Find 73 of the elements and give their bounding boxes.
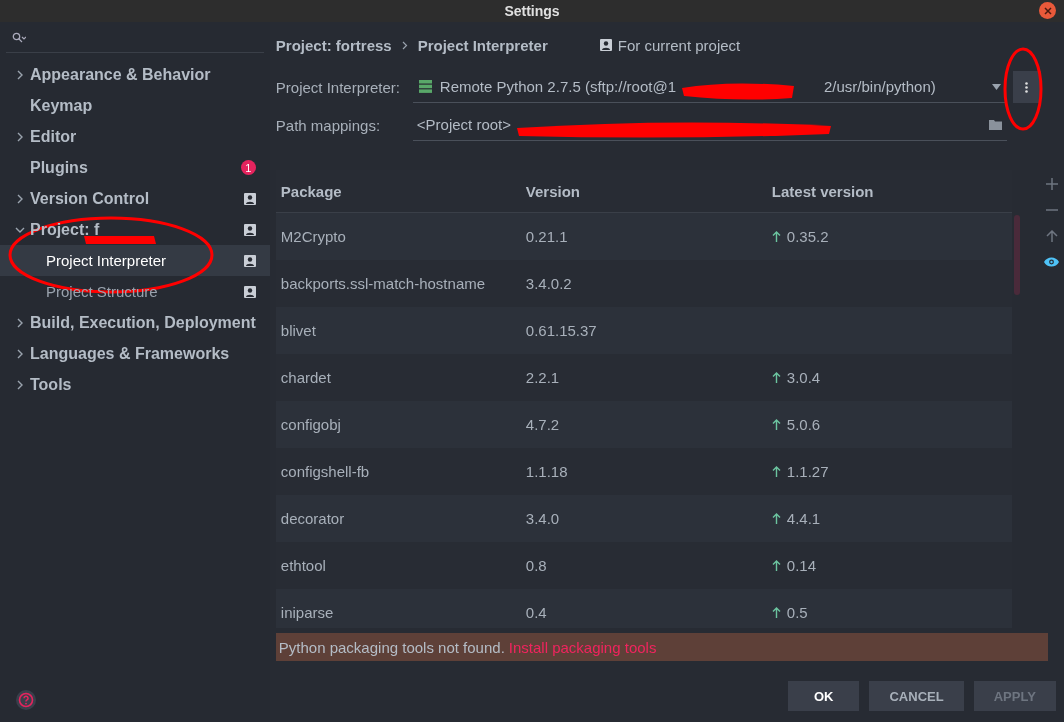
package-row[interactable]: iniparse 0.4 0.5 (275, 589, 1012, 628)
package-row[interactable]: decorator 3.4.0 4.4.1 (275, 495, 1012, 542)
package-row[interactable]: blivet 0.61.15.37 (275, 307, 1012, 354)
table-cell-text: 2.2.1 (524, 369, 561, 386)
upgrade-arrow-icon (771, 372, 781, 383)
table-cell-text: M2Crypto (279, 228, 347, 245)
table-cell: 5.0.6 (766, 416, 1012, 433)
table-cell-text: 0.8 (524, 557, 548, 574)
sidebar-item[interactable]: Appearance & Behavior (0, 59, 270, 90)
table-cell-text: 0.21.1 (524, 228, 569, 245)
dialog-button[interactable]: OK (788, 681, 860, 711)
upgrade-arrow-icon (771, 513, 781, 524)
table-cell-text: 3.4.0.2 (524, 275, 573, 292)
help-button[interactable] (16, 690, 36, 710)
more-options-button[interactable] (1012, 71, 1041, 103)
upgrade-arrow-icon (771, 231, 781, 242)
table-cell-text: 3.4.0 (524, 510, 561, 527)
table-cell-text: configshell-fb (279, 463, 371, 480)
person-icon (599, 39, 612, 51)
table-cell-text: backports.ssl-match-hostname (279, 275, 487, 292)
table-cell: 3.0.4 (766, 369, 1012, 386)
sidebar-item[interactable]: Tools (0, 369, 270, 400)
table-cell-text: 0.61.15.37 (524, 322, 598, 339)
window-title: Settings (504, 3, 560, 19)
interpreter-value: Remote Python 2.7.5 (sftp://root@1 (439, 78, 676, 95)
notification-badge: 1 (240, 160, 256, 175)
table-cell-text: chardet (279, 369, 332, 386)
close-button[interactable] (1039, 2, 1056, 19)
sidebar-item[interactable]: Project Interpreter (0, 245, 270, 276)
more-icon (1025, 81, 1029, 93)
column-header[interactable]: Latest version (766, 182, 1012, 200)
table-cell-text: 1.1.18 (524, 463, 569, 480)
interpreter-value: 2/usr/bin/python) (824, 78, 936, 95)
sidebar-item[interactable]: Languages & Frameworks (0, 338, 270, 369)
chevron-icon (401, 40, 408, 50)
sidebar-item[interactable]: Build, Execution, Deployment (0, 307, 270, 338)
scope-note: For current project (617, 36, 741, 54)
server-icon (418, 80, 432, 93)
folder-icon[interactable] (988, 119, 1003, 130)
upgrade-arrow-icon (771, 560, 781, 571)
package-row[interactable]: M2Crypto 0.21.1 0.35.2 (275, 213, 1012, 260)
field-label: Path mappings: (275, 116, 382, 134)
scrollbar-thumb[interactable] (1013, 215, 1020, 295)
breadcrumb-item: Project Interpreter (417, 36, 548, 54)
sidebar-item[interactable]: Editor (0, 121, 270, 152)
upgrade-arrow-icon (771, 466, 781, 477)
table-cell-text: iniparse (279, 604, 335, 621)
sidebar-item[interactable]: Version Control (0, 183, 270, 214)
table-cell: 0.5 (766, 604, 1012, 621)
upgrade-arrow-icon (771, 607, 781, 618)
sidebar-item[interactable]: Keymap (0, 90, 270, 121)
close-icon (1043, 6, 1052, 15)
sidebar-item[interactable]: Plugins 1 (0, 152, 270, 183)
table-cell: 0.14 (766, 557, 1012, 574)
column-header[interactable]: Package (275, 182, 521, 200)
package-row[interactable]: configobj 4.7.2 5.0.6 (275, 401, 1012, 448)
field-label: Project Interpreter: (275, 78, 402, 96)
warning-text: Python packaging tools not found. (278, 638, 505, 656)
table-cell-text: blivet (279, 322, 317, 339)
table-cell-text: ethtool (279, 557, 327, 574)
dialog-button[interactable]: CANCEL (869, 681, 964, 711)
table-cell: 4.4.1 (766, 510, 1012, 527)
table-cell-text: decorator (279, 510, 346, 527)
dropdown-arrow-icon (991, 83, 1001, 90)
table-cell-text: 4.7.2 (524, 416, 561, 433)
table-cell-text: configobj (279, 416, 342, 433)
breadcrumb-item[interactable]: Project: fortress (275, 36, 392, 54)
table-cell-text: 0.4 (524, 604, 548, 621)
upgrade-arrow-icon (771, 419, 781, 430)
table-cell: 0.35.2 (766, 228, 1012, 245)
table-cell: 1.1.27 (766, 463, 1012, 480)
search-icon (12, 31, 26, 43)
column-header[interactable]: Version (520, 182, 767, 200)
